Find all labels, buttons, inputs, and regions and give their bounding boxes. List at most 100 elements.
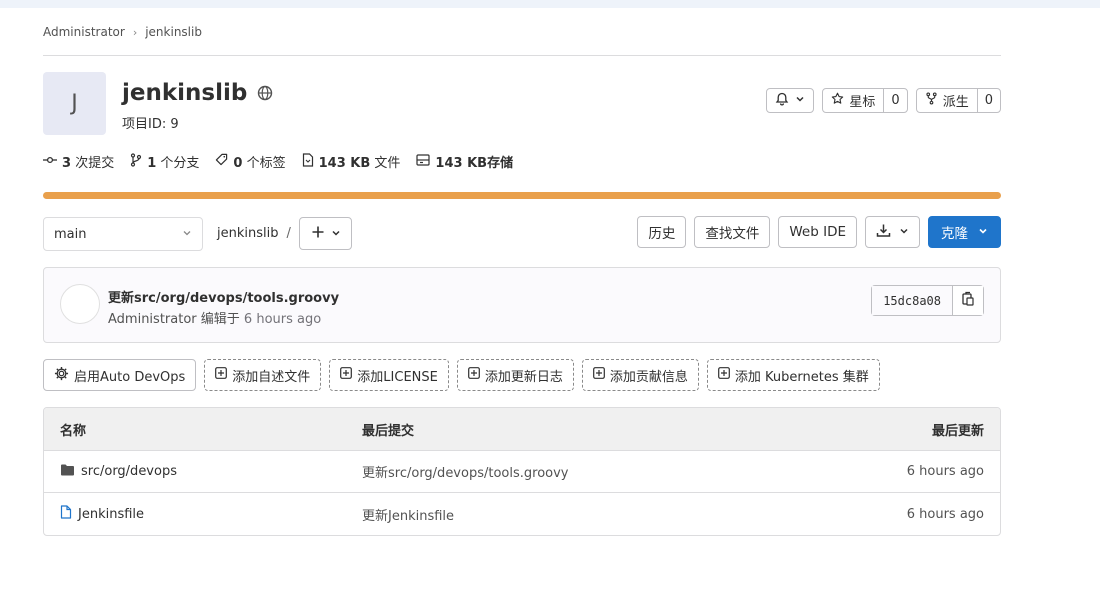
file-tree-table: 名称 最后提交 最后更新 src/org/devops 更新src/org/de… bbox=[43, 407, 1001, 536]
add-to-tree-dropdown[interactable] bbox=[299, 217, 352, 250]
fork-label: 派生 bbox=[942, 95, 969, 110]
star-count[interactable]: 0 bbox=[883, 89, 906, 112]
star-button[interactable]: 星标 0 bbox=[822, 88, 908, 113]
project-quick-actions: 启用Auto DevOps 添加自述文件 添加LICENSE 添加更新日志 添加… bbox=[43, 359, 880, 391]
branches-count: 1 bbox=[147, 156, 157, 171]
web-ide-button[interactable]: Web IDE bbox=[778, 216, 857, 248]
repo-path: jenkinslib / bbox=[217, 226, 291, 241]
commits-label: 次提交 bbox=[75, 156, 115, 171]
commit-meta: Administrator 编辑于 6 hours ago bbox=[108, 308, 321, 327]
file-name-link[interactable]: src/org/devops bbox=[81, 464, 177, 479]
file-icon bbox=[60, 505, 72, 523]
repo-toolbar: 历史 查找文件 Web IDE 克隆 bbox=[637, 216, 1001, 248]
readme-label: 添加自述文件 bbox=[232, 369, 311, 385]
commit-action: 编辑于 bbox=[200, 312, 240, 327]
table-cell-name: Jenkinsfile bbox=[44, 505, 362, 523]
star-icon bbox=[831, 92, 844, 109]
changelog-label: 添加更新日志 bbox=[484, 369, 563, 385]
project-stats: 3 次提交 1 个分支 0 个标签 143 KB 文件 143 KB存储 bbox=[43, 152, 513, 171]
files-size: 143 KB bbox=[318, 156, 371, 171]
plus-square-icon bbox=[467, 367, 480, 383]
chevron-down-icon bbox=[182, 227, 192, 242]
path-separator: / bbox=[286, 226, 291, 241]
commits-count: 3 bbox=[62, 156, 72, 171]
chevron-down-icon bbox=[331, 226, 341, 242]
files-stat[interactable]: 143 KB 文件 bbox=[302, 152, 401, 171]
breadcrumb: Administrator › jenkinslib bbox=[43, 25, 202, 39]
copy-sha-button[interactable] bbox=[953, 286, 983, 315]
project-name: jenkinslib bbox=[122, 80, 248, 106]
clone-dropdown[interactable]: 克隆 bbox=[928, 216, 1001, 248]
column-last-commit-header: 最后提交 bbox=[362, 423, 415, 439]
notifications-dropdown[interactable] bbox=[766, 88, 815, 113]
add-license-button[interactable]: 添加LICENSE bbox=[329, 359, 449, 391]
table-cell-updated: 6 hours ago bbox=[906, 464, 984, 479]
branches-label: 个分支 bbox=[160, 156, 200, 171]
branch-name: main bbox=[54, 226, 87, 242]
files-label: 文件 bbox=[374, 156, 401, 171]
kubernetes-label: 添加 Kubernetes 集群 bbox=[734, 369, 869, 385]
project-id: 项目ID: 9 bbox=[122, 117, 179, 132]
chevron-down-icon bbox=[899, 224, 909, 240]
add-kubernetes-cluster-button[interactable]: 添加 Kubernetes 集群 bbox=[706, 359, 880, 391]
branches-stat[interactable]: 1 个分支 bbox=[130, 152, 199, 171]
top-bar bbox=[0, 0, 1100, 8]
history-button[interactable]: 历史 bbox=[637, 216, 687, 248]
find-file-button[interactable]: 查找文件 bbox=[694, 216, 771, 248]
add-readme-button[interactable]: 添加自述文件 bbox=[204, 359, 322, 391]
commits-stat[interactable]: 3 次提交 bbox=[43, 152, 114, 171]
star-label: 星标 bbox=[849, 95, 876, 110]
plus-icon bbox=[311, 225, 325, 243]
project-avatar: J bbox=[43, 72, 106, 135]
breadcrumb-current[interactable]: jenkinslib bbox=[145, 25, 202, 39]
chevron-down-icon bbox=[795, 93, 805, 108]
download-dropdown[interactable] bbox=[865, 216, 920, 248]
tags-count: 0 bbox=[233, 156, 243, 171]
breadcrumb-parent[interactable]: Administrator bbox=[43, 25, 125, 39]
clone-label: 克隆 bbox=[941, 226, 968, 242]
fork-button[interactable]: 派生 0 bbox=[915, 88, 1001, 113]
avatar[interactable] bbox=[60, 284, 100, 324]
plus-square-icon bbox=[340, 367, 353, 383]
column-name-header: 名称 bbox=[60, 423, 87, 439]
table-row[interactable]: src/org/devops 更新src/org/devops/tools.gr… bbox=[44, 451, 1000, 493]
chevron-right-icon: › bbox=[132, 25, 138, 39]
divider bbox=[43, 55, 1001, 56]
commit-sha-group: 15dc8a08 bbox=[871, 285, 984, 316]
table-cell-name: src/org/devops bbox=[44, 463, 362, 480]
storage-icon bbox=[416, 153, 431, 170]
storage-size: 143 KB bbox=[435, 156, 488, 171]
file-size-icon bbox=[302, 152, 314, 171]
enable-auto-devops-button[interactable]: 启用Auto DevOps bbox=[43, 359, 197, 391]
add-changelog-button[interactable]: 添加更新日志 bbox=[456, 359, 574, 391]
auto-devops-label: 启用Auto DevOps bbox=[74, 369, 186, 385]
table-cell-commit[interactable]: 更新src/org/devops/tools.groovy bbox=[362, 462, 800, 481]
table-cell-updated: 6 hours ago bbox=[906, 506, 984, 522]
fork-count[interactable]: 0 bbox=[976, 89, 1000, 112]
table-row[interactable]: Jenkinsfile 更新Jenkinsfile 6 hours ago bbox=[44, 493, 1000, 535]
branch-icon bbox=[130, 152, 142, 171]
project-actions: 星标 0 派生 0 bbox=[766, 88, 1001, 113]
storage-label: 存储 bbox=[487, 156, 514, 171]
plus-square-icon bbox=[215, 367, 228, 383]
plus-square-icon bbox=[592, 367, 605, 383]
fork-icon bbox=[925, 92, 938, 109]
column-last-update-header: 最后更新 bbox=[931, 423, 984, 439]
tags-stat[interactable]: 0 个标签 bbox=[215, 152, 286, 171]
license-label: 添加LICENSE bbox=[357, 369, 438, 385]
commit-author[interactable]: Administrator bbox=[108, 312, 197, 327]
table-header: 名称 最后提交 最后更新 bbox=[44, 408, 1000, 451]
table-cell-commit[interactable]: 更新Jenkinsfile bbox=[362, 505, 800, 524]
storage-stat[interactable]: 143 KB存储 bbox=[416, 152, 513, 171]
page-title: jenkinslib bbox=[122, 80, 273, 106]
commit-time: 6 hours ago bbox=[243, 312, 322, 327]
commit-title[interactable]: 更新src/org/devops/tools.groovy bbox=[108, 287, 339, 306]
repo-path-root[interactable]: jenkinslib bbox=[217, 226, 278, 241]
file-name-link[interactable]: Jenkinsfile bbox=[78, 507, 144, 522]
branch-dropdown[interactable]: main bbox=[43, 217, 203, 251]
storage-usage-bar bbox=[43, 192, 1001, 199]
folder-icon bbox=[60, 463, 75, 480]
tags-label: 个标签 bbox=[246, 156, 286, 171]
commit-sha[interactable]: 15dc8a08 bbox=[872, 286, 953, 315]
add-contributing-button[interactable]: 添加贡献信息 bbox=[581, 359, 699, 391]
